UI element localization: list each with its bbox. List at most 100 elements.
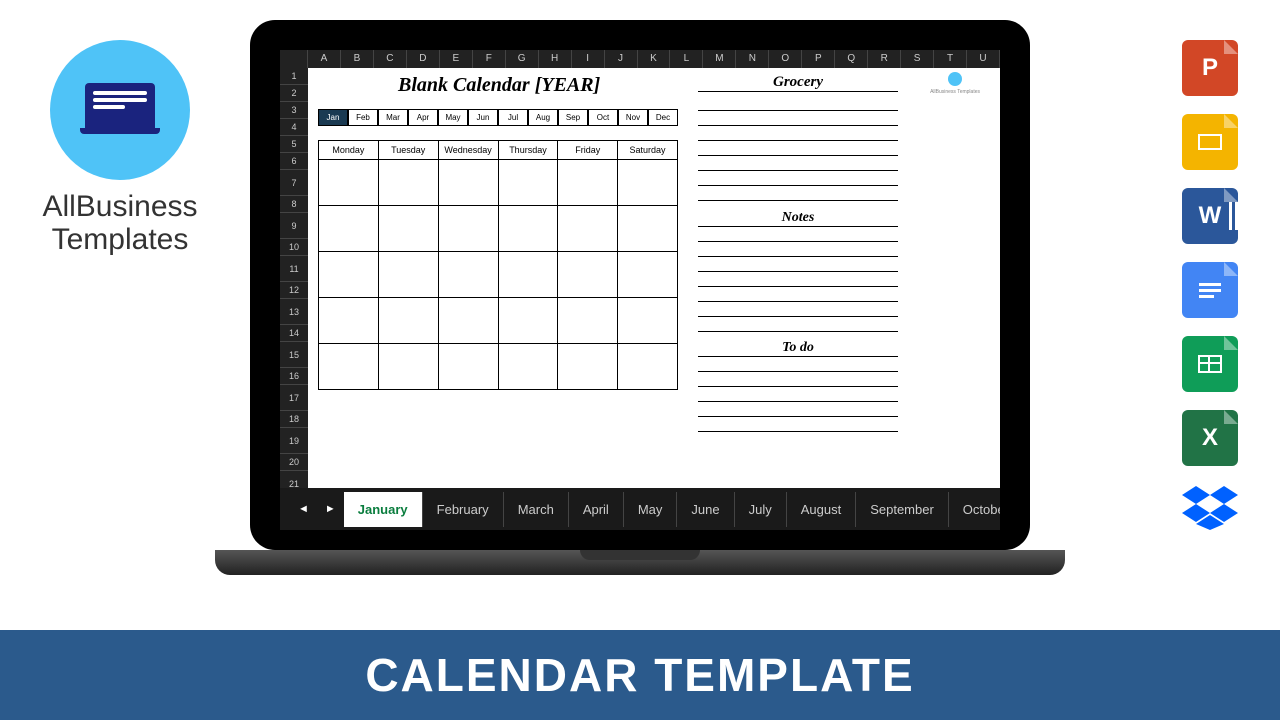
calendar-cell[interactable] (558, 298, 618, 344)
calendar-cell[interactable] (319, 160, 379, 206)
calendar-cell[interactable] (319, 252, 379, 298)
row-header[interactable]: 4 (280, 119, 308, 136)
col-header[interactable]: J (605, 50, 638, 68)
row-header[interactable]: 17 (280, 385, 308, 411)
calendar-cell[interactable] (438, 298, 498, 344)
calendar-cell[interactable] (378, 252, 438, 298)
col-header[interactable]: S (901, 50, 934, 68)
tab-next-icon[interactable]: ► (317, 503, 344, 515)
calendar-cell[interactable] (498, 252, 558, 298)
row-header[interactable]: 5 (280, 136, 308, 153)
sheet-tab[interactable]: February (423, 492, 504, 527)
month-tab[interactable]: Apr (408, 109, 438, 126)
calendar-cell[interactable] (438, 252, 498, 298)
col-header[interactable]: M (703, 50, 736, 68)
calendar-cell[interactable] (618, 252, 678, 298)
calendar-cell[interactable] (618, 298, 678, 344)
col-header[interactable]: E (440, 50, 473, 68)
col-header[interactable]: K (638, 50, 671, 68)
row-header[interactable]: 9 (280, 213, 308, 239)
word-icon[interactable]: W (1182, 188, 1238, 244)
calendar-cell[interactable] (438, 206, 498, 252)
col-header[interactable]: G (506, 50, 539, 68)
col-header[interactable]: O (769, 50, 802, 68)
google-sheets-icon[interactable] (1182, 336, 1238, 392)
row-header[interactable]: 10 (280, 239, 308, 256)
row-header[interactable]: 14 (280, 325, 308, 342)
calendar-cell[interactable] (558, 206, 618, 252)
calendar-cell[interactable] (378, 298, 438, 344)
calendar-cell[interactable] (319, 344, 379, 390)
sheet-tabs-bar[interactable]: ◄ ► JanuaryFebruaryMarchAprilMayJuneJuly… (280, 488, 1000, 530)
row-header[interactable]: 8 (280, 196, 308, 213)
col-header[interactable]: B (341, 50, 374, 68)
calendar-cell[interactable] (558, 160, 618, 206)
sheet-tab[interactable]: March (504, 492, 569, 527)
calendar-cell[interactable] (498, 160, 558, 206)
col-header[interactable]: N (736, 50, 769, 68)
col-header[interactable]: T (934, 50, 967, 68)
row-header[interactable]: 1 (280, 68, 308, 85)
calendar-cell[interactable] (618, 206, 678, 252)
calendar-cell[interactable] (319, 298, 379, 344)
col-header[interactable]: A (308, 50, 341, 68)
month-tab[interactable]: Feb (348, 109, 378, 126)
month-tab[interactable]: Nov (618, 109, 648, 126)
dropbox-icon[interactable] (1182, 484, 1238, 530)
calendar-cell[interactable] (319, 206, 379, 252)
calendar-cell[interactable] (378, 160, 438, 206)
col-header[interactable]: D (407, 50, 440, 68)
calendar-cell[interactable] (558, 344, 618, 390)
month-tab[interactable]: May (438, 109, 468, 126)
row-header[interactable]: 16 (280, 368, 308, 385)
calendar-grid[interactable]: MondayTuesdayWednesdayThursdayFridaySatu… (318, 140, 678, 390)
month-tab[interactable]: Oct (588, 109, 618, 126)
row-header[interactable]: 20 (280, 454, 308, 471)
row-header[interactable]: 3 (280, 102, 308, 119)
calendar-cell[interactable] (378, 206, 438, 252)
calendar-cell[interactable] (618, 160, 678, 206)
sheet-tab[interactable]: July (735, 492, 787, 527)
row-header[interactable]: 6 (280, 153, 308, 170)
month-tab[interactable]: Jun (468, 109, 498, 126)
grocery-lines[interactable] (698, 96, 898, 201)
month-tab[interactable]: Jan (318, 109, 348, 126)
sheet-tab[interactable]: April (569, 492, 624, 527)
row-header[interactable]: 15 (280, 342, 308, 368)
calendar-cell[interactable] (498, 344, 558, 390)
excel-icon[interactable]: X (1182, 410, 1238, 466)
calendar-cell[interactable] (558, 252, 618, 298)
month-tab[interactable]: Mar (378, 109, 408, 126)
row-header[interactable]: 11 (280, 256, 308, 282)
powerpoint-icon[interactable]: P (1182, 40, 1238, 96)
row-header[interactable]: 2 (280, 85, 308, 102)
month-tab[interactable]: Jul (498, 109, 528, 126)
sheet-tab[interactable]: January (344, 492, 423, 527)
col-header[interactable]: L (670, 50, 703, 68)
calendar-cell[interactable] (498, 298, 558, 344)
col-header[interactable]: Q (835, 50, 868, 68)
row-header[interactable]: 12 (280, 282, 308, 299)
col-header[interactable]: C (374, 50, 407, 68)
calendar-cell[interactable] (438, 160, 498, 206)
month-tab[interactable]: Aug (528, 109, 558, 126)
row-header[interactable]: 7 (280, 170, 308, 196)
calendar-cell[interactable] (438, 344, 498, 390)
notes-section[interactable]: Notes (698, 206, 898, 332)
calendar-cell[interactable] (618, 344, 678, 390)
tab-prev-icon[interactable]: ◄ (290, 503, 317, 515)
col-header[interactable]: I (572, 50, 605, 68)
google-docs-icon[interactable] (1182, 262, 1238, 318)
row-header[interactable]: 19 (280, 428, 308, 454)
col-header[interactable]: U (967, 50, 1000, 68)
sheet-tab[interactable]: September (856, 492, 949, 527)
todo-section[interactable]: To do (698, 336, 898, 432)
col-header[interactable]: R (868, 50, 901, 68)
calendar-cell[interactable] (378, 344, 438, 390)
col-header[interactable]: H (539, 50, 572, 68)
google-slides-icon[interactable] (1182, 114, 1238, 170)
col-header[interactable]: P (802, 50, 835, 68)
month-tab[interactable]: Dec (648, 109, 678, 126)
sheet-tab[interactable]: May (624, 492, 678, 527)
row-header[interactable]: 13 (280, 299, 308, 325)
